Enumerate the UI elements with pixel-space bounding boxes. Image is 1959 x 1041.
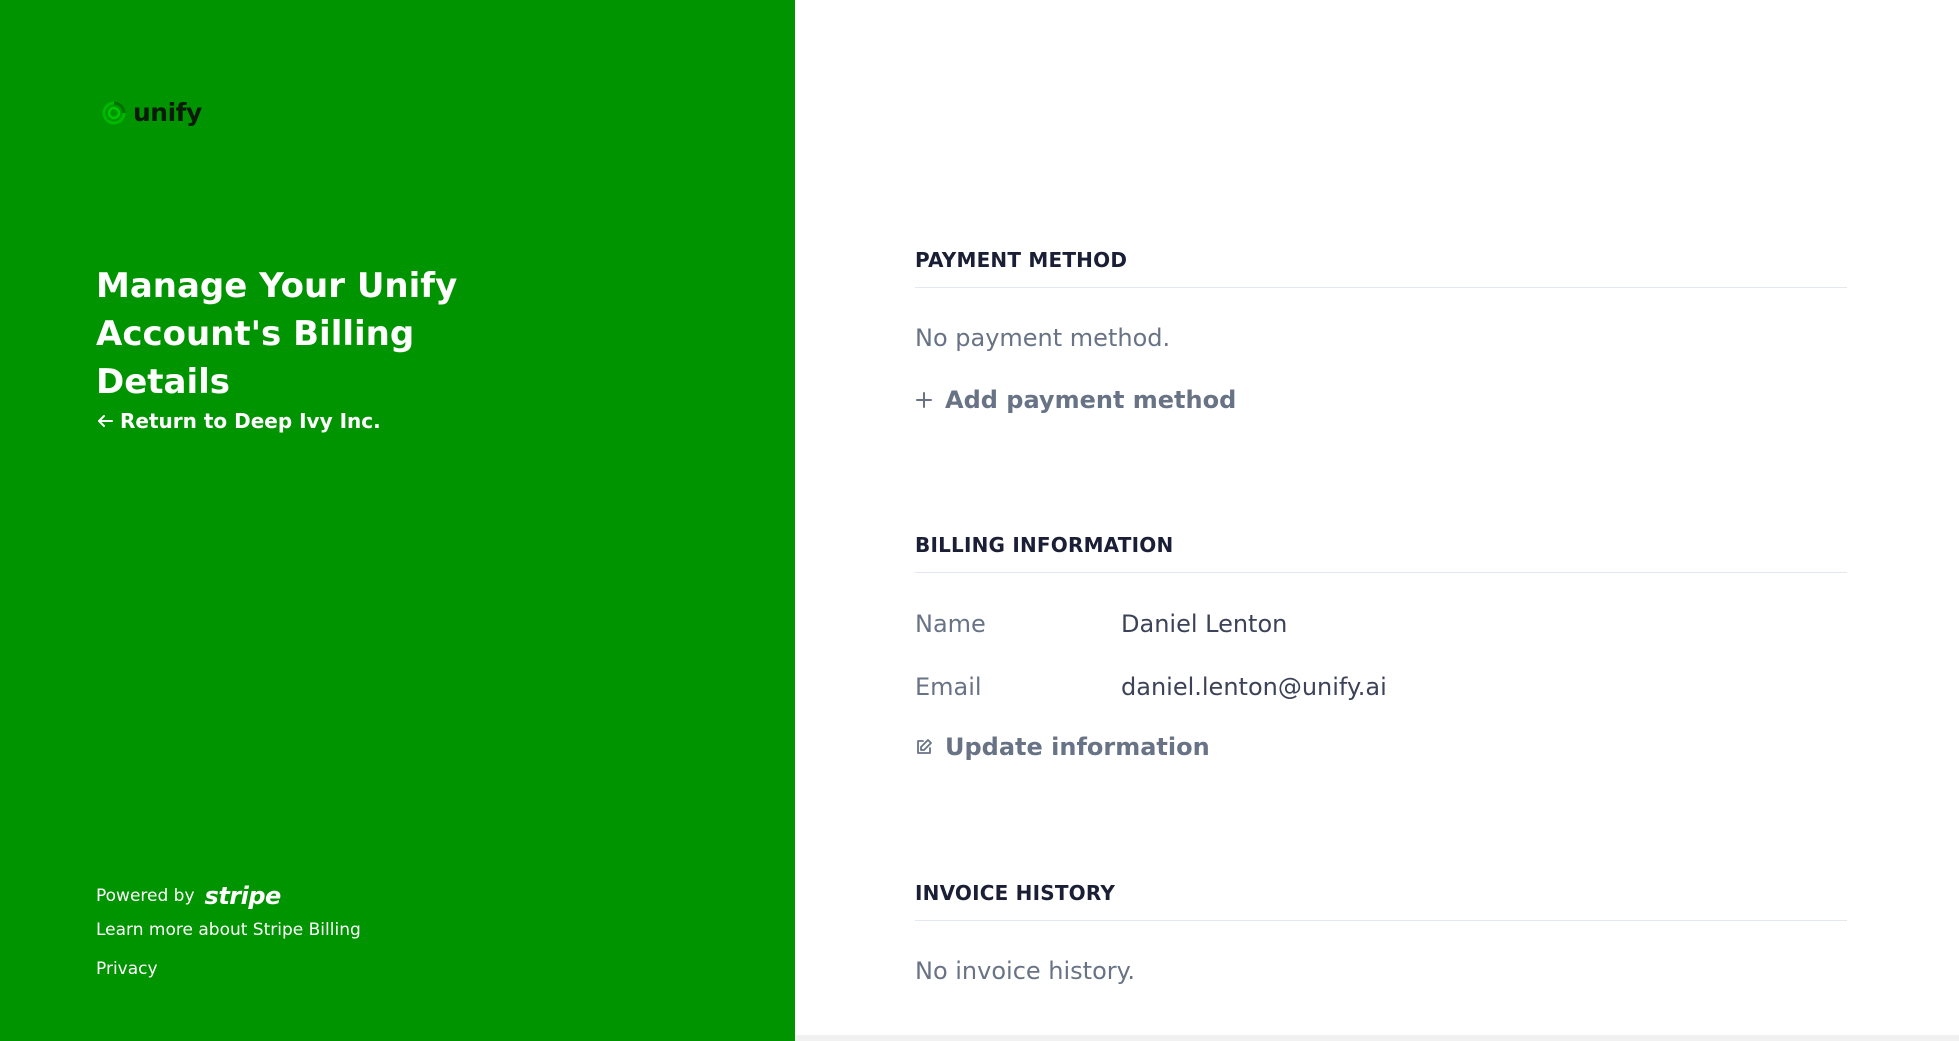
divider bbox=[915, 287, 1847, 288]
edit-icon bbox=[917, 739, 932, 754]
unify-logo[interactable]: unify bbox=[101, 98, 202, 127]
billing-content: PAYMENT METHOD No payment method. Add pa… bbox=[795, 0, 1959, 1041]
scroll-edge bbox=[795, 1035, 1959, 1041]
billing-email-row: Email daniel.lenton@unify.ai bbox=[915, 667, 1847, 707]
powered-by-label: Powered by bbox=[96, 886, 195, 906]
divider bbox=[915, 920, 1847, 921]
billing-information-section: BILLING INFORMATION Name Daniel Lenton E… bbox=[915, 533, 1847, 761]
invoice-history-title: INVOICE HISTORY bbox=[915, 881, 1116, 905]
invoice-history-section: INVOICE HISTORY No invoice history. bbox=[915, 881, 1847, 985]
billing-name-value: Daniel Lenton bbox=[1121, 610, 1288, 638]
no-payment-text: No payment method. bbox=[915, 324, 1171, 352]
plus-icon bbox=[916, 392, 932, 408]
add-payment-method-label: Add payment method bbox=[945, 386, 1237, 414]
update-information-button[interactable]: Update information bbox=[915, 733, 1847, 761]
billing-information-title: BILLING INFORMATION bbox=[915, 533, 1174, 557]
no-invoice-text: No invoice history. bbox=[915, 957, 1136, 985]
return-link[interactable]: Return to Deep Ivy Inc. bbox=[96, 409, 381, 433]
learn-more-link[interactable]: Learn more about Stripe Billing bbox=[96, 920, 361, 940]
page-headline: Manage Your Unify Account's Billing Deta… bbox=[96, 266, 458, 402]
powered-by: Powered by stripe bbox=[96, 882, 281, 910]
privacy-link[interactable]: Privacy bbox=[96, 959, 158, 979]
return-link-label: Return to Deep Ivy Inc. bbox=[120, 409, 381, 433]
brand-panel: unify Manage Your Unify Account's Billin… bbox=[0, 0, 795, 1041]
update-information-label: Update information bbox=[945, 733, 1210, 761]
logo-text: unify bbox=[133, 98, 202, 127]
divider bbox=[915, 572, 1847, 573]
payment-method-section: PAYMENT METHOD No payment method. Add pa… bbox=[915, 248, 1847, 414]
field-label: Name bbox=[915, 610, 986, 638]
billing-name-row: Name Daniel Lenton bbox=[915, 604, 1847, 644]
payment-method-title: PAYMENT METHOD bbox=[915, 248, 1128, 272]
add-payment-method-button[interactable]: Add payment method bbox=[915, 386, 1847, 414]
arrow-left-icon bbox=[98, 415, 113, 427]
field-label: Email bbox=[915, 673, 982, 701]
stripe-logo[interactable]: stripe bbox=[205, 882, 282, 910]
billing-email-value: daniel.lenton@unify.ai bbox=[1121, 673, 1387, 701]
swirl-logo-icon bbox=[102, 101, 126, 124]
